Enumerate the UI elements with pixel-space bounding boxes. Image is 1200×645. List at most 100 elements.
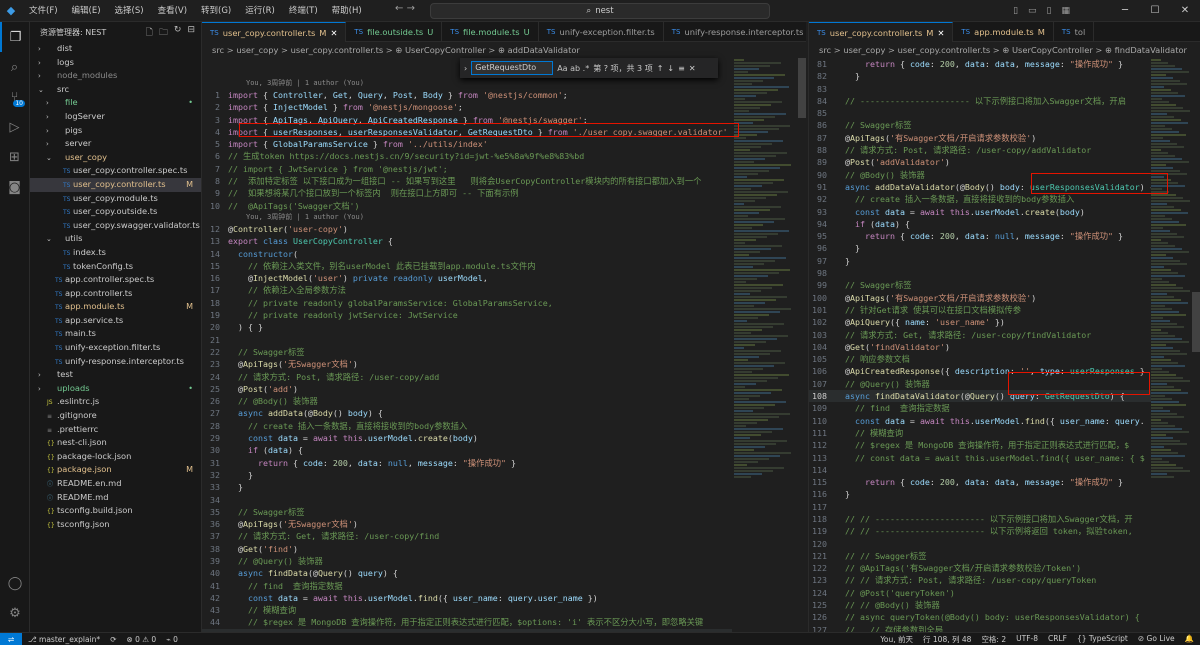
code-line[interactable]: 6 // 生成token https://docs.nestjs.cn/9/sec…: [202, 150, 732, 162]
code-line[interactable]: 119 // // ---------------------- 以下示例将返回…: [809, 525, 1151, 537]
tree-file[interactable]: TS unify-response.interceptor.ts: [30, 355, 201, 369]
tree-file[interactable]: TS app.controller.ts: [30, 287, 201, 301]
code-line[interactable]: 34: [202, 494, 732, 506]
prev-match-icon[interactable]: ↑: [657, 64, 664, 73]
tree-file[interactable]: TS user_copy.controller.spec.ts: [30, 164, 201, 178]
code-line[interactable]: 21: [202, 334, 732, 346]
tree-file[interactable]: ≡ .gitignore: [30, 409, 201, 423]
code-line[interactable]: 16 @InjectModel('user') private readonly…: [202, 272, 732, 284]
editor-tab[interactable]: TS unify-response.interceptor.ts: [664, 22, 806, 42]
code-line[interactable]: 83: [809, 83, 1151, 95]
code-line[interactable]: 125 // // @Body() 装饰器: [809, 599, 1151, 611]
code-line[interactable]: 117: [809, 501, 1151, 513]
code-line[interactable]: 88 // 请求方式: Post, 请求路径: /user-copy/addVa…: [809, 144, 1151, 156]
toggle-sidebar-icon[interactable]: ▯: [1013, 0, 1018, 22]
indentation[interactable]: 空格: 2: [981, 634, 1006, 645]
tree-folder[interactable]: ⌄ src: [30, 83, 201, 97]
codelens[interactable]: You, 3周钟前 | 1 author (You): [202, 212, 732, 223]
code-line[interactable]: 96 }: [809, 242, 1151, 254]
code-line[interactable]: 22 // Swagger标签: [202, 346, 732, 358]
code-line[interactable]: 116 }: [809, 488, 1151, 500]
tree-file[interactable]: {} package.json M: [30, 463, 201, 477]
left-code-area[interactable]: You, 3周钟前 | 1 author (You) 1 import { Con…: [202, 78, 733, 632]
code-line[interactable]: 39 // @Query() 装饰器: [202, 555, 732, 567]
settings-gear-icon[interactable]: ⚙: [0, 598, 30, 628]
code-line[interactable]: 82 }: [809, 70, 1151, 82]
tree-folder[interactable]: › node_modules: [30, 69, 201, 83]
close-tab-icon[interactable]: ✕: [330, 23, 337, 42]
code-line[interactable]: 42 const data = await this.userModel.fin…: [202, 592, 732, 604]
tree-folder[interactable]: › file •: [30, 96, 201, 110]
code-line[interactable]: 122 // @ApiTags('有Swagger文档/开启请求参数校验/Tok…: [809, 562, 1151, 574]
code-line[interactable]: 25 @Post('add'): [202, 383, 732, 395]
code-line[interactable]: 120: [809, 538, 1151, 550]
tree-file[interactable]: {} tsconfig.build.json: [30, 504, 201, 518]
code-line[interactable]: 19 // private readonly jwtService: JwtSe…: [202, 309, 732, 321]
menu-item[interactable]: 转到(G): [194, 0, 238, 22]
code-line[interactable]: 114: [809, 464, 1151, 476]
code-line[interactable]: 85: [809, 107, 1151, 119]
code-line[interactable]: 81 return { code: 200, data: data, messa…: [809, 58, 1151, 70]
ports-indicator[interactable]: ⌁ 0: [166, 635, 178, 644]
codelens[interactable]: You, 3周钟前 | 1 author (You): [202, 78, 732, 89]
code-line[interactable]: 31 return { code: 200, data: null, messa…: [202, 457, 732, 469]
code-line[interactable]: 23 @ApiTags('无Swagger文档'): [202, 358, 732, 370]
code-line[interactable]: 27 async addData(@Body() body) {: [202, 407, 732, 419]
eol[interactable]: CRLF: [1048, 634, 1067, 645]
git-blame[interactable]: You, 前天: [880, 634, 913, 645]
tree-file[interactable]: {} package-lock.json: [30, 450, 201, 464]
customize-layout-icon[interactable]: ▦: [1061, 0, 1070, 22]
code-line[interactable]: 20 ) { }: [202, 321, 732, 333]
next-match-icon[interactable]: ↓: [667, 64, 674, 73]
right-code-area[interactable]: 81 return { code: 200, data: data, messa…: [809, 58, 1151, 632]
source-control-icon[interactable]: ⑂ 10: [0, 82, 29, 112]
tree-file[interactable]: TS app.controller.spec.ts: [30, 273, 201, 287]
tree-file[interactable]: TS user_copy.swagger.validator.ts: [30, 219, 201, 233]
code-line[interactable]: 111 // 模糊查询: [809, 427, 1151, 439]
code-line[interactable]: 112 // $regex 是 MongoDB 查询操作符，用于指定正则表达式进…: [809, 439, 1151, 451]
tree-folder[interactable]: › logs: [30, 56, 201, 70]
tree-folder[interactable]: › server: [30, 137, 201, 151]
code-line[interactable]: 30 if (data) {: [202, 444, 732, 456]
tree-file[interactable]: TS user_copy.outside.ts: [30, 205, 201, 219]
code-line[interactable]: 94 if (data) {: [809, 218, 1151, 230]
code-line[interactable]: 102 @ApiQuery({ name: 'user_name' }): [809, 316, 1151, 328]
code-line[interactable]: 126 // async queryToken(@Body() body: us…: [809, 611, 1151, 623]
tree-file[interactable]: TS app.module.ts M: [30, 300, 201, 314]
cursor-position[interactable]: 行 108, 列 48: [923, 634, 971, 645]
code-line[interactable]: 29 const data = await this.userModel.cre…: [202, 432, 732, 444]
menu-item[interactable]: 终端(T): [282, 0, 325, 22]
code-line[interactable]: 113 // const data = await this.userModel…: [809, 452, 1151, 464]
find-input[interactable]: GetRequestDto: [471, 61, 554, 75]
tree-file[interactable]: TS unify-exception.filter.ts: [30, 341, 201, 355]
tree-file[interactable]: TS app.service.ts: [30, 314, 201, 328]
code-line[interactable]: 36 @ApiTags('无Swagger文档'): [202, 518, 732, 530]
new-folder-icon[interactable]: 🗀: [159, 25, 168, 41]
right-minimap[interactable]: [1151, 58, 1193, 632]
code-line[interactable]: 18 // private readonly globalParamsServi…: [202, 297, 732, 309]
tree-folder[interactable]: ⌄ utils: [30, 232, 201, 246]
right-scrollbar[interactable]: [1192, 292, 1200, 352]
tree-folder[interactable]: ⌄ user_copy: [30, 151, 201, 165]
left-breadcrumb[interactable]: src > user_copy > user_copy.controller.t…: [202, 42, 806, 58]
language-mode[interactable]: {} TypeScript: [1077, 634, 1128, 645]
tree-file[interactable]: JS .eslintrc.js: [30, 395, 201, 409]
toggle-panel-icon[interactable]: ▭: [1028, 0, 1037, 22]
code-line[interactable]: 121 // // Swagger标签: [809, 550, 1151, 562]
tree-folder[interactable]: › uploads •: [30, 382, 201, 396]
editor-tab[interactable]: TS tol: [1054, 22, 1095, 42]
code-line[interactable]: 86 // Swagger标签: [809, 119, 1151, 131]
tree-file[interactable]: TS user_copy.module.ts: [30, 192, 201, 206]
code-line[interactable]: 37 // 请求方式: Get, 请求路径: /user-copy/find: [202, 530, 732, 542]
code-line[interactable]: 124 // @Post('queryToken'): [809, 587, 1151, 599]
toggle-secondary-sidebar-icon[interactable]: ▯: [1047, 0, 1052, 22]
code-line[interactable]: 123 // // 请求方式: Post, 请求路径: /user-copy/q…: [809, 574, 1151, 586]
code-line[interactable]: 104 @Get('findValidator'): [809, 341, 1151, 353]
editor-tab[interactable]: TS user_copy.controller.ts M ✕: [809, 22, 954, 42]
editor-tab[interactable]: TS unify-exception.filter.ts: [539, 22, 664, 42]
minimize-icon[interactable]: ─: [1110, 0, 1140, 22]
account-icon[interactable]: ◯: [0, 568, 30, 598]
code-line[interactable]: 33 }: [202, 481, 732, 493]
code-line[interactable]: 10 // @ApiTags('Swagger文档'): [202, 200, 732, 212]
code-line[interactable]: 99 // Swagger标签: [809, 279, 1151, 291]
